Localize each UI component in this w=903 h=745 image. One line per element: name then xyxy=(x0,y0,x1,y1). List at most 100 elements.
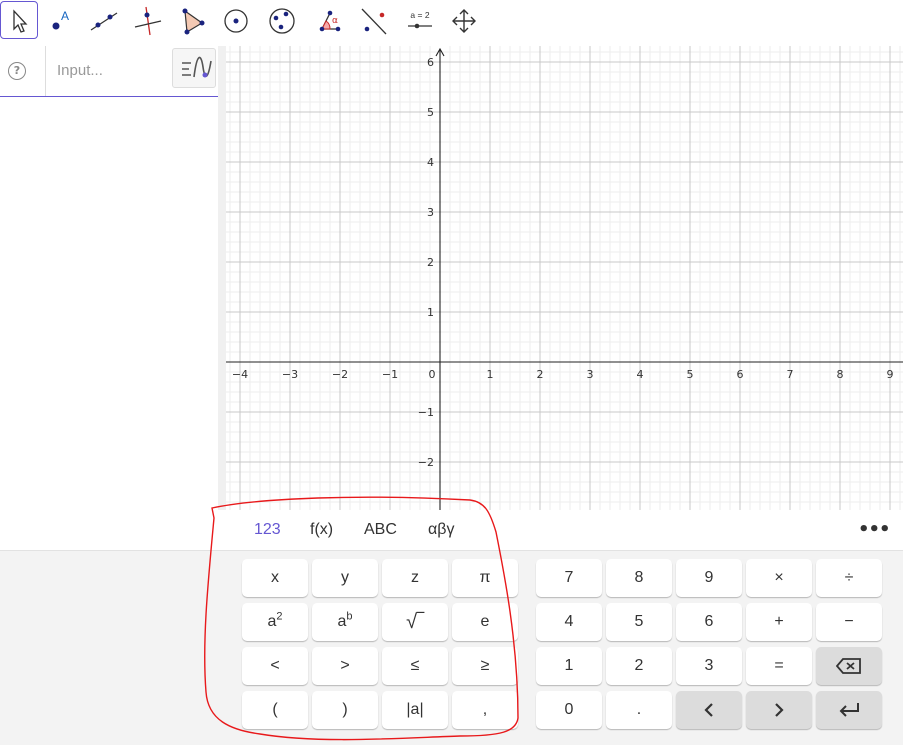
toolbar: A α a = 2 xyxy=(0,0,903,44)
slider-tool-button[interactable]: a = 2 xyxy=(400,1,438,39)
key-greater-than[interactable]: > xyxy=(312,647,378,685)
x-tick-label: 1 xyxy=(487,368,494,381)
key-divide[interactable]: ÷ xyxy=(816,559,882,597)
enter-icon xyxy=(839,702,859,717)
circle-three-points-tool-button[interactable] xyxy=(262,1,300,39)
tab-123[interactable]: 123 xyxy=(254,521,281,539)
x-tick-label: 8 xyxy=(837,368,844,381)
x-tick-label: 6 xyxy=(737,368,744,381)
y-tick-label: 4 xyxy=(427,156,434,169)
perpendicular-tool-button[interactable] xyxy=(128,1,166,39)
key-minus[interactable]: − xyxy=(816,603,882,641)
key-backspace[interactable] xyxy=(816,647,882,685)
key-6[interactable]: 6 xyxy=(676,603,742,641)
y-tick-label: 2 xyxy=(427,256,434,269)
tab-greek[interactable]: αβγ xyxy=(428,521,454,539)
key-2[interactable]: 2 xyxy=(606,647,672,685)
key-9[interactable]: 9 xyxy=(676,559,742,597)
key-pi[interactable]: π xyxy=(452,559,518,597)
reflect-tool-icon xyxy=(361,8,387,35)
key-y[interactable]: y xyxy=(312,559,378,597)
key-z[interactable]: z xyxy=(382,559,448,597)
chevron-left-icon xyxy=(704,702,713,717)
line-tool-icon xyxy=(90,12,118,31)
svg-text:α: α xyxy=(332,16,338,26)
tab-abc[interactable]: ABC xyxy=(364,521,397,539)
key-8[interactable]: 8 xyxy=(606,559,672,597)
backspace-icon xyxy=(835,657,861,674)
key-squared[interactable]: a2 xyxy=(242,603,308,641)
key-cursor-right[interactable] xyxy=(746,691,812,729)
key-cursor-left[interactable] xyxy=(676,691,742,729)
input-separator xyxy=(45,46,46,96)
y-tick-label: 1 xyxy=(427,306,434,319)
key-multiply[interactable]: × xyxy=(746,559,812,597)
algebra-input-field[interactable]: Input... xyxy=(57,62,103,79)
coordinate-grid[interactable]: −4 −3 −2 −1 0 1 2 3 4 5 6 7 8 9 6 5 4 3 2 1 −1 −2 xyxy=(226,46,903,510)
tab-functions[interactable]: f(x) xyxy=(310,521,333,539)
move-graphics-view-tool-button[interactable] xyxy=(444,1,482,39)
key-x[interactable]: x xyxy=(242,559,308,597)
x-tick-label: 9 xyxy=(887,368,894,381)
x-tick-label: 7 xyxy=(787,368,794,381)
help-icon[interactable]: ? xyxy=(8,62,26,80)
x-tick-label: 2 xyxy=(537,368,544,381)
y-tick-label: 6 xyxy=(427,56,434,69)
key-e[interactable]: e xyxy=(452,603,518,641)
polygon-tool-icon xyxy=(182,8,205,35)
slider-tool-icon: a = 2 xyxy=(408,10,432,29)
key-open-paren[interactable]: ( xyxy=(242,691,308,729)
key-sqrt[interactable]: √‾ xyxy=(382,603,448,641)
circle-three-points-tool-icon xyxy=(269,8,295,34)
algebra-view xyxy=(0,46,218,510)
key-close-paren[interactable]: ) xyxy=(312,691,378,729)
key-7[interactable]: 7 xyxy=(536,559,602,597)
key-comma[interactable]: , xyxy=(452,691,518,729)
key-1[interactable]: 1 xyxy=(536,647,602,685)
svg-text:A: A xyxy=(61,9,69,23)
point-tool-icon: A xyxy=(52,9,69,30)
x-tick-label: −4 xyxy=(232,368,248,381)
key-less-equal[interactable]: ≤ xyxy=(382,647,448,685)
key-greater-equal[interactable]: ≥ xyxy=(452,647,518,685)
view-divider[interactable] xyxy=(218,46,226,510)
y-tick-label: −1 xyxy=(418,406,434,419)
svg-text:a = 2: a = 2 xyxy=(410,10,429,20)
key-decimal[interactable]: . xyxy=(606,691,672,729)
key-5[interactable]: 5 xyxy=(606,603,672,641)
key-plus[interactable]: + xyxy=(746,603,812,641)
reflect-tool-button[interactable] xyxy=(354,1,392,39)
move-tool-icon xyxy=(13,9,28,33)
angle-tool-button[interactable]: α xyxy=(308,1,346,39)
x-tick-label: −3 xyxy=(282,368,298,381)
x-tick-label: 0 xyxy=(429,368,436,381)
algebra-graphics-toggle-icon xyxy=(182,56,212,78)
perpendicular-line-tool-icon xyxy=(134,6,162,36)
key-0[interactable]: 0 xyxy=(536,691,602,729)
more-options-icon[interactable]: ••• xyxy=(858,519,891,540)
polygon-tool-button[interactable] xyxy=(172,1,210,39)
move-graphics-view-tool-icon xyxy=(452,9,476,33)
graphics-view[interactable]: −4 −3 −2 −1 0 1 2 3 4 5 6 7 8 9 6 5 4 3 2 1 −1 −2 xyxy=(226,46,903,510)
key-abs[interactable]: |a| xyxy=(382,691,448,729)
chevron-right-icon xyxy=(775,702,784,717)
circle-tool-icon xyxy=(224,9,248,33)
key-equals[interactable]: = xyxy=(746,647,812,685)
y-tick-label: 5 xyxy=(427,106,434,119)
x-tick-label: −2 xyxy=(332,368,348,381)
key-3[interactable]: 3 xyxy=(676,647,742,685)
key-4[interactable]: 4 xyxy=(536,603,602,641)
key-enter[interactable] xyxy=(816,691,882,729)
y-tick-label: 3 xyxy=(427,206,434,219)
point-tool-button[interactable]: A xyxy=(40,1,78,39)
x-tick-label: −1 xyxy=(382,368,398,381)
x-tick-label: 3 xyxy=(587,368,594,381)
move-tool-button[interactable] xyxy=(0,1,38,39)
line-tool-button[interactable] xyxy=(84,1,122,39)
key-power[interactable]: ab xyxy=(312,603,378,641)
algebra-view-toggle-button[interactable] xyxy=(172,48,216,88)
key-less-than[interactable]: < xyxy=(242,647,308,685)
x-tick-label: 5 xyxy=(687,368,694,381)
y-tick-label: −2 xyxy=(418,456,434,469)
circle-tool-button[interactable] xyxy=(216,1,254,39)
